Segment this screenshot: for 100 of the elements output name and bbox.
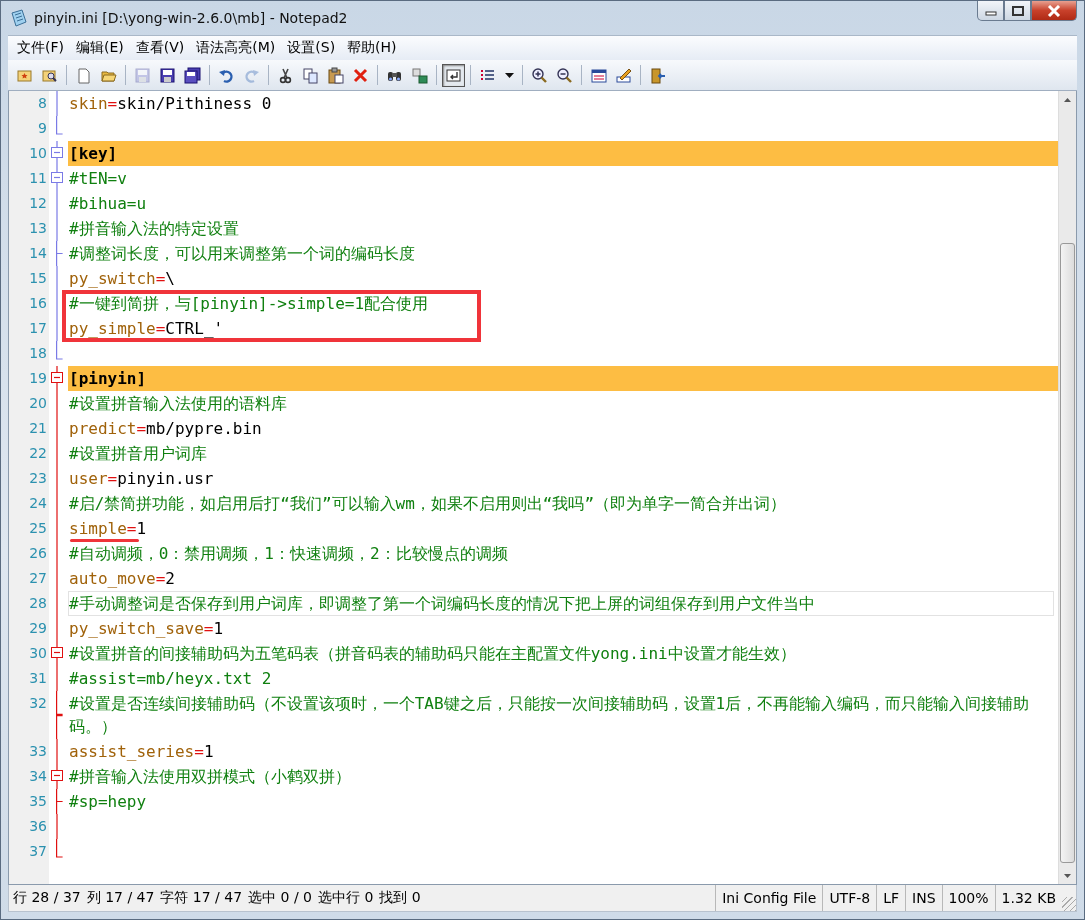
line-number: 16 [28,294,48,313]
line-number: 37 [28,842,48,861]
line-number: 8 [37,94,48,113]
line-number: 22 [28,444,48,463]
line-number: 9 [37,119,48,138]
line-number: 20 [28,394,48,413]
fold-collapse-icon[interactable] [51,166,63,191]
status-text: 选中 0 / 0 [248,889,312,907]
code-text: #手动调整词是否保存到用户词库，即调整了第一个词编码长度的情况下把上屏的词组保存到用户文件当中 [69,594,815,613]
menu-item[interactable]: 设置(S) [282,37,341,59]
close-icon [1047,4,1061,17]
code-text: py_switch_save=1 [69,619,224,638]
minimize-button[interactable] [977,1,1004,21]
code-text: simple=1 [69,519,147,538]
delete-icon [352,66,369,84]
line-number: 10 [28,144,48,163]
status-text: 字符 17 / 47 [160,889,243,907]
line-number: 21 [28,419,48,438]
save-icon [134,66,151,84]
line-number: 33 [28,742,48,761]
status-panel: 1.32 KB [994,885,1062,911]
line-number: 15 [28,269,48,288]
code-text: #tEN=v [69,169,127,188]
save-icon [159,66,176,84]
code-text: #设置拼音用户词库 [69,444,207,463]
close-button[interactable] [1031,1,1077,21]
fold-collapse-icon[interactable] [51,641,63,666]
line-number: 30 [28,644,48,663]
code-text: predict=mb/pypre.bin [69,419,262,438]
paste-icon [327,66,344,84]
line-number: 32 [28,694,48,713]
code-text: #拼音输入法的特定设置 [69,219,239,238]
menu-item[interactable]: 编辑(E) [71,37,129,59]
code-text: #拼音输入法使用双拼模式（小鹤双拼） [69,767,351,786]
line-number: 11 [28,169,48,188]
save-copy-icon [184,66,201,84]
replace-icon [411,66,428,84]
fold-collapse-icon[interactable] [51,764,63,789]
line-number: 25 [28,519,48,538]
zoom-out-icon [556,66,573,84]
menu-item[interactable]: 帮助(H) [342,37,402,59]
status-text: 找到 0 [379,889,421,907]
code-text: #bihua=u [69,194,147,213]
code-text: py_simple=CTRL_' [69,319,224,338]
code-text: assist_series=1 [69,742,214,761]
line-number: 13 [28,219,48,238]
line-number: 34 [28,767,48,786]
copy-icon [302,66,319,84]
code-text: #启/禁简拼功能，如启用后打“我们”可以输入wm，如果不启用则出“我吗”（即为单字一简合并出词） [69,494,787,513]
code-text: #sp=hepy [69,792,147,811]
line-number: 24 [28,494,48,513]
status-panel: UTF-8 [822,885,877,911]
line-number: 31 [28,669,48,688]
fold-collapse-icon[interactable] [51,141,63,166]
menu-item[interactable]: 语法高亮(M) [191,37,281,59]
scrollbar[interactable] [1058,91,1076,884]
scrollbar-thumb[interactable] [1060,243,1075,863]
line-number: 18 [28,344,48,363]
resize-grip[interactable] [1062,897,1076,911]
word-wrap-icon [445,66,462,84]
notepad-icon [10,9,28,27]
line-number: 17 [28,319,48,338]
line-number: 26 [28,544,48,563]
new-file-icon [75,66,92,84]
status-panel: INS [905,885,942,911]
scissors-icon [277,66,294,84]
line-number: 35 [28,792,48,811]
window-title: pinyin.ini [D:\yong-win-2.6.0\mb] - Notepad2 [34,10,349,26]
code-text: auto_move=2 [69,569,175,588]
status-panel: 100% [941,885,995,911]
line-number: 14 [28,244,48,263]
maximize-button[interactable] [1004,1,1031,21]
window-icon [590,66,607,84]
code-text: [key] [69,144,118,163]
code-text: #设置拼音的间接辅助码为五笔码表（拼音码表的辅助码只能在主配置文件yong.ini中设置才能生效） [69,644,796,663]
menu-item[interactable]: 查看(V) [130,37,190,59]
status-panel: LF [876,885,906,911]
line-number: 29 [28,619,48,638]
line-number: 19 [28,369,48,388]
exit-door-icon [649,66,666,84]
status-panel: Ini Config File [715,885,823,911]
code-text: #设置拼音输入法使用的语料库 [69,394,287,413]
zoom-in-icon [531,66,548,84]
line-number: 28 [28,594,48,613]
code-text: user=pinyin.usr [69,469,214,488]
menu-item[interactable]: 文件(F) [12,37,69,59]
status-text: 选中行 0 [318,889,374,907]
line-number: 36 [28,817,48,836]
fold-collapse-icon[interactable] [51,366,63,391]
code-text: [pinyin] [69,369,147,388]
line-number: 27 [28,569,48,588]
maximize-icon [1011,5,1024,16]
code-text: #自动调频，0：禁用调频，1：快速调频，2：比较慢点的调频 [69,544,508,563]
caret-icon [504,72,514,78]
code-text: #一键到简拼，与[pinyin]->simple=1配合使用 [69,294,429,313]
code-text: #调整词长度，可以用来调整第一个词的编码长度 [69,244,415,263]
line-number: 12 [28,194,48,213]
status-text: 行 28 / 37 [13,889,81,907]
word-wrap-button[interactable] [442,63,465,87]
code-text: skin=skin/Pithiness 0 [69,94,272,113]
